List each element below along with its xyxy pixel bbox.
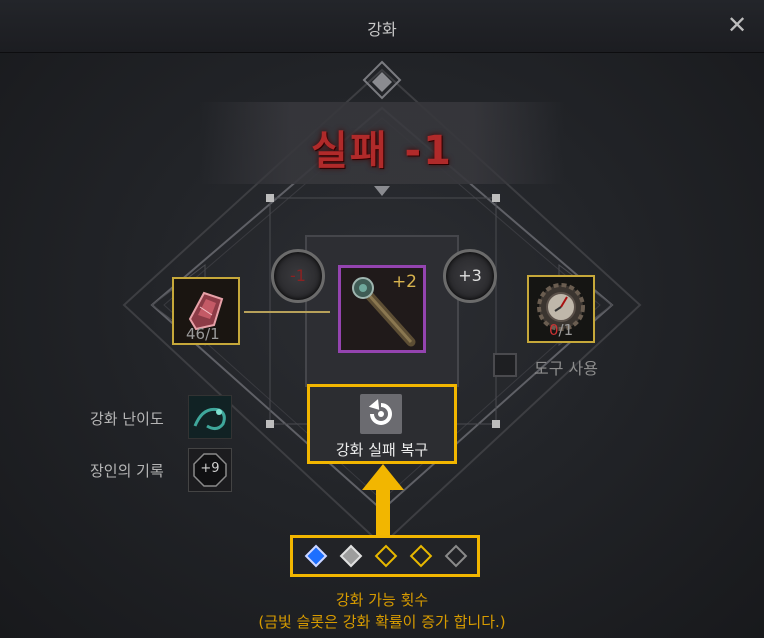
restore-failure-button[interactable]: 강화 실패 복구 [307, 384, 457, 464]
restore-button-label: 강화 실패 복구 [335, 441, 429, 459]
tool-use-label: 도구 사용 [534, 359, 598, 378]
restore-icon [360, 394, 402, 434]
attempt-slot-blue [304, 544, 328, 568]
crystal-count: 46/1 [186, 325, 220, 343]
restore-arrow-glyph [368, 399, 392, 425]
attempt-slot-silver [339, 544, 363, 568]
craftsman-record-badge: +9 [188, 448, 232, 492]
top-ornament-core [372, 72, 392, 92]
attempt-slots-bar [290, 535, 480, 577]
attempt-slot-empty [444, 544, 468, 568]
corner-marker-bl [266, 420, 274, 428]
corner-marker-br [492, 420, 500, 428]
craftsman-label: 장인의 기록 [90, 462, 164, 480]
corner-marker-tl [266, 194, 274, 202]
attempts-caption: 강화 가능 횟수 [335, 591, 429, 609]
result-text: 실패 -1 [311, 128, 453, 174]
difficulty-label: 강화 난이도 [90, 410, 164, 428]
tool-count: 0/1 [549, 321, 573, 339]
tool-count-have: 0 [549, 321, 559, 339]
yellow-arrow-icon [362, 464, 404, 540]
dragon-glyph [193, 407, 226, 431]
dragon-difficulty-icon [188, 395, 232, 439]
attempts-note: (금빛 슬롯은 강화 확률이 증가 합니다.) [258, 613, 506, 631]
attempt-slot-gold [409, 544, 433, 568]
main-item-slot[interactable]: +2 [338, 265, 426, 353]
tool-use-checkbox[interactable] [493, 353, 517, 377]
tool-slot[interactable]: 0/1 [527, 275, 595, 343]
level-minus-circle: -1 [271, 249, 325, 303]
tool-count-need: /1 [558, 321, 574, 339]
crystal-slot[interactable]: 46/1 [172, 277, 240, 345]
craftsman-value: +9 [200, 461, 220, 476]
level-plus-circle: +3 [443, 249, 497, 303]
corner-marker-tr [492, 194, 500, 202]
item-level: +2 [391, 272, 417, 292]
banner-arrow [374, 186, 390, 196]
attempt-slot-gold [374, 544, 398, 568]
